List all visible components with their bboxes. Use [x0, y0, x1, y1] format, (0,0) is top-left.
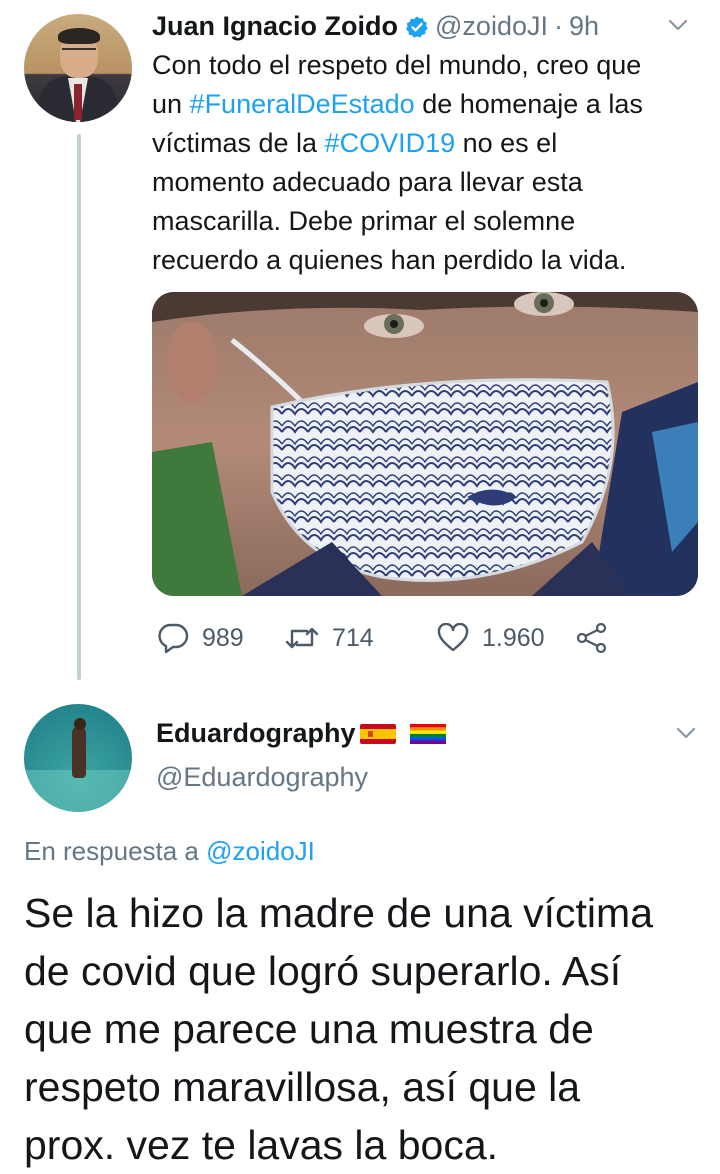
tweet-text-line: un #FuneralDeEstado de homenaje a las	[152, 85, 712, 124]
reply-text-line: de covid que logró superarlo. Así	[24, 948, 622, 994]
reply-action[interactable]: 989	[156, 618, 244, 658]
tweet-text-segment: un	[152, 89, 190, 119]
header-separator: ·	[553, 10, 563, 41]
reply-text-line: respeto maravillosa, así que la	[24, 1064, 581, 1110]
author-avatar[interactable]	[24, 14, 132, 122]
tweet-text-line: recuerdo a quienes han perdido la vida.	[152, 241, 712, 280]
tweet-text: Con todo el respeto del mundo, creo que u…	[152, 46, 712, 280]
reply-chevron-down-icon[interactable]	[676, 726, 696, 740]
in-reply-to-label: En respuesta a	[24, 836, 207, 866]
hashtag-link[interactable]: #COVID19	[325, 128, 456, 158]
verified-badge-icon	[405, 15, 429, 39]
tweet-text-line: momento adecuado para llevar esta	[152, 163, 712, 202]
tweet-text-segment: Con todo el respeto del mundo, creo que	[152, 50, 642, 80]
tweet-text-segment: momento adecuado para llevar esta	[152, 167, 583, 197]
like-action[interactable]: 1.960	[436, 618, 545, 658]
tweet-timestamp[interactable]: 9h	[569, 11, 599, 42]
reply-text: Se la hizo la madre de una víctima de cov…	[24, 884, 714, 1174]
heart-icon	[437, 623, 469, 652]
hashtag-link[interactable]: #FuneralDeEstado	[190, 89, 415, 119]
chevron-down-icon[interactable]	[668, 18, 688, 32]
reply-text-line: Se la hizo la madre de una víctima	[24, 890, 653, 936]
in-reply-to: En respuesta a @zoidoJI	[24, 836, 315, 867]
tweet-text-segment: víctimas de la	[152, 128, 325, 158]
tweet-photo[interactable]	[152, 292, 698, 596]
share-icon	[576, 622, 607, 654]
tweet-text-line: mascarilla. Debe primar el solemne	[152, 202, 712, 241]
retweet-count: 714	[332, 623, 374, 652]
thread-connector-line	[77, 134, 81, 680]
author-handle[interactable]: @zoidoJI	[435, 11, 548, 42]
author-name[interactable]: Juan Ignacio Zoido	[152, 11, 398, 42]
share-action[interactable]	[576, 618, 620, 658]
reply-text-line: prox. vez te lavas la boca.	[24, 1122, 499, 1168]
spain-flag-icon	[359, 724, 396, 744]
reply-author-name[interactable]: Eduardography	[156, 718, 356, 749]
in-reply-to-mention[interactable]: @zoidoJI	[206, 836, 315, 866]
tweet-text-line: Con todo el respeto del mundo, creo que	[152, 46, 712, 85]
tweet-text-segment: mascarilla. Debe primar el solemne	[152, 206, 576, 236]
reply-text-line: que me parece una muestra de	[24, 1006, 594, 1052]
avatar-swimmer-head	[74, 718, 86, 730]
photo-illustration	[152, 292, 698, 596]
reply-header: Eduardography	[156, 714, 446, 752]
reply-bubble-icon	[158, 623, 189, 654]
like-count: 1.960	[482, 623, 545, 652]
avatar-tie	[74, 84, 82, 120]
avatar-hair	[58, 28, 100, 44]
retweet-action[interactable]: 714	[284, 618, 374, 658]
tweet-header: Juan Ignacio Zoido @zoidoJI · 9h	[152, 8, 599, 44]
tweet-text-segment: de homenaje a las	[414, 89, 643, 119]
rainbow-flag-icon	[409, 724, 446, 744]
avatar-glasses	[62, 48, 96, 58]
tweet-text-segment: no es el	[455, 128, 558, 158]
tweet-text-segment: recuerdo a quienes han perdido la vida.	[152, 245, 627, 275]
reply-count: 989	[202, 623, 244, 652]
reply-author-avatar[interactable]	[24, 704, 132, 812]
avatar-swimmer	[72, 726, 86, 778]
tweet-text-line: víctimas de la #COVID19 no es el	[152, 124, 712, 163]
reply-author-handle[interactable]: @Eduardography	[156, 762, 368, 793]
retweet-icon	[285, 627, 319, 649]
